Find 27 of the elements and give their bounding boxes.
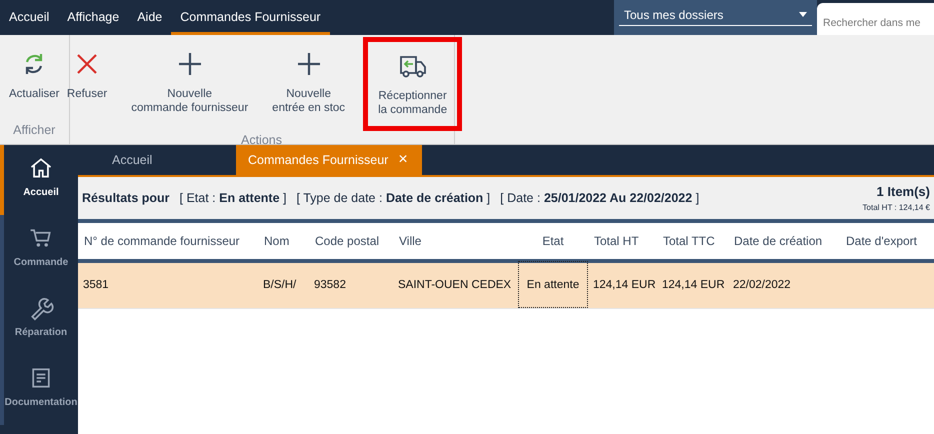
filter-criterion: [ Type de date : Date de création ] xyxy=(296,190,490,207)
ribbon-button[interactable]: Nouvelle entrée en stoc xyxy=(266,35,352,131)
wrench-icon xyxy=(28,295,54,321)
filter-criterion: [ Etat : En attente ] xyxy=(180,190,287,207)
table-cell: B/S/H/ xyxy=(258,261,309,308)
menu-tab[interactable]: Accueil xyxy=(0,0,58,35)
ribbon-button[interactable]: Nouvelle commande fournisseur xyxy=(125,35,254,131)
filter-criterion: [ Date : 25/01/2022 Au 22/02/2022 ] xyxy=(500,190,700,207)
table-cell: 93582 xyxy=(309,261,393,308)
caret-icon xyxy=(799,12,807,17)
table-cell: 124,14 EUR xyxy=(588,261,657,308)
table-cell: 22/02/2022 xyxy=(728,261,840,308)
table-cell: 124,14 EUR xyxy=(657,261,728,308)
item-count: 1 Item(s) xyxy=(876,183,930,202)
table-cell: 3581 xyxy=(78,261,258,308)
results-label: Résultats pour xyxy=(82,190,170,207)
table-cell: En attente xyxy=(518,261,588,308)
table-cell: SAINT-OUEN CEDEX xyxy=(393,261,518,308)
group-label: Afficher xyxy=(13,122,56,140)
document-tab[interactable]: Accueil xyxy=(100,145,236,175)
ribbon-button[interactable]: Réceptionner la commande xyxy=(363,37,462,131)
menu-tab[interactable]: Aide xyxy=(128,0,172,35)
search-field[interactable]: Rechercher dans me xyxy=(817,3,934,35)
menu-tab[interactable]: Affichage xyxy=(58,0,128,35)
folder-dropdown[interactable]: Tous mes dossiers xyxy=(614,0,817,35)
total-text: Total HT : 124,14 € xyxy=(862,202,930,214)
sidebar-item[interactable]: Documentation xyxy=(0,355,78,425)
